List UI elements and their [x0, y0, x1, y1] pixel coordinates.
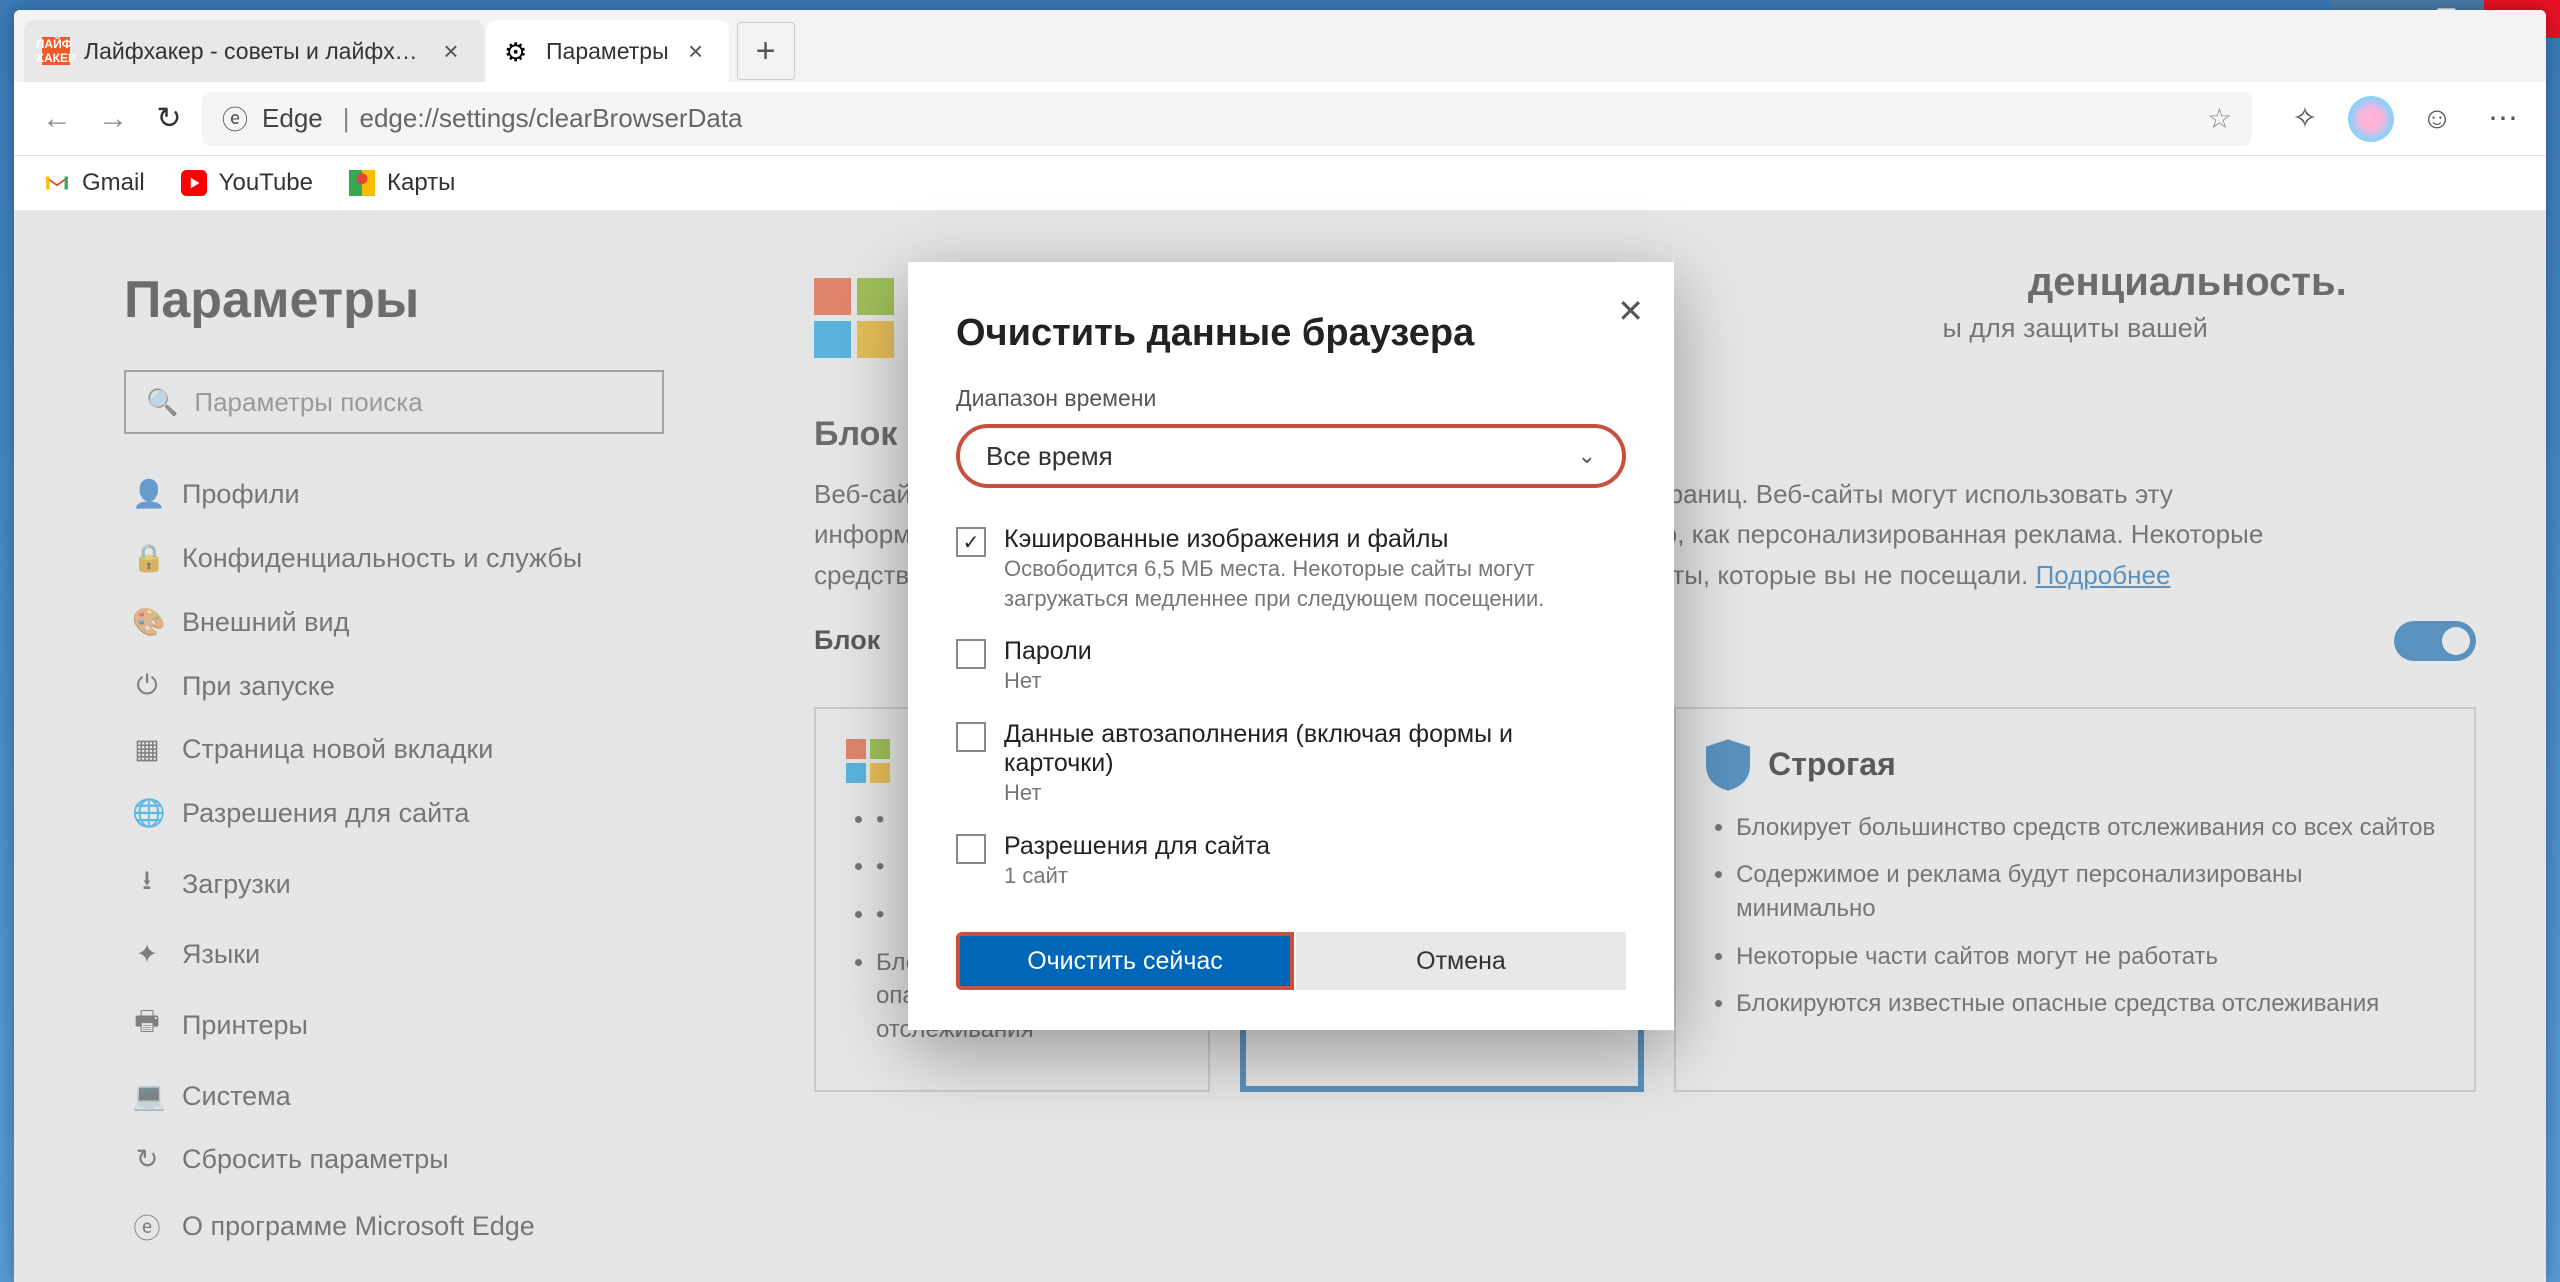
- checkbox-row: ПаролиНет: [956, 625, 1626, 708]
- lifehacker-icon: ЛАЙФХАКЕР: [42, 37, 70, 65]
- checkbox-row: Разрешения для сайта1 сайт: [956, 820, 1626, 902]
- checkbox[interactable]: ✓: [956, 527, 986, 557]
- toolbar: ← → ↻ ⓔ Edge | edge://settings/clearBrow…: [14, 82, 2546, 156]
- bookmark-maps[interactable]: Карты: [349, 169, 455, 197]
- close-icon[interactable]: ×: [436, 36, 466, 66]
- gmail-icon: [44, 170, 70, 196]
- tab-bar: ЛАЙФХАКЕР Лайфхакер - советы и лайфхаки …: [14, 10, 2546, 82]
- address-label: Edge: [262, 103, 323, 134]
- cancel-button[interactable]: Отмена: [1296, 932, 1626, 990]
- checkbox[interactable]: [956, 639, 986, 669]
- checkbox-description: Освободится 6,5 МБ места. Некоторые сайт…: [1004, 554, 1626, 613]
- menu-icon[interactable]: ⋯: [2480, 96, 2526, 142]
- profile-avatar[interactable]: [2348, 96, 2394, 142]
- checkbox-description: Нет: [1004, 778, 1626, 808]
- forward-button[interactable]: →: [90, 96, 136, 142]
- data-types-list: ✓ Кэшированные изображения и файлыОсвобод…: [956, 512, 1626, 902]
- reload-button[interactable]: ↻: [146, 96, 192, 142]
- gear-icon: ⚙: [504, 37, 532, 65]
- chevron-down-icon: ⌄: [1578, 443, 1596, 469]
- tab-lifehacker[interactable]: ЛАЙФХАКЕР Лайфхакер - советы и лайфхаки …: [24, 20, 484, 82]
- tab-settings[interactable]: ⚙ Параметры ×: [486, 20, 729, 82]
- checkbox-description: 1 сайт: [1004, 861, 1626, 891]
- checkbox-description: Нет: [1004, 666, 1626, 696]
- checkbox-label: Данные автозаполнения (включая формы и к…: [1004, 720, 1626, 778]
- checkbox-label: Кэшированные изображения и файлы: [1004, 525, 1626, 554]
- tab-title: Лайфхакер - советы и лайфхаки: [84, 38, 424, 65]
- checkbox-label: Разрешения для сайта: [1004, 832, 1626, 861]
- feedback-icon[interactable]: ☺: [2414, 96, 2460, 142]
- close-icon[interactable]: ×: [681, 36, 711, 66]
- address-url: edge://settings/clearBrowserData: [360, 103, 743, 134]
- address-bar[interactable]: ⓔ Edge | edge://settings/clearBrowserDat…: [202, 92, 2252, 146]
- clear-data-dialog: ✕ Очистить данные браузера Диапазон врем…: [908, 262, 1674, 1030]
- checkbox-row: ✓ Кэшированные изображения и файлыОсвобод…: [956, 513, 1626, 625]
- clear-now-button[interactable]: Очистить сейчас: [956, 932, 1294, 990]
- time-range-label: Диапазон времени: [956, 385, 1626, 412]
- time-range-select[interactable]: Все время ⌄: [956, 424, 1626, 488]
- checkbox[interactable]: [956, 834, 986, 864]
- checkbox-label: Пароли: [1004, 637, 1626, 666]
- bookmark-youtube[interactable]: YouTube: [181, 169, 313, 197]
- bookmark-gmail[interactable]: Gmail: [44, 169, 145, 197]
- dialog-close-button[interactable]: ✕: [1617, 292, 1644, 330]
- tab-title: Параметры: [546, 38, 669, 65]
- bookmarks-bar: Gmail YouTube Карты: [14, 156, 2546, 210]
- back-button[interactable]: ←: [34, 96, 80, 142]
- youtube-icon: [181, 170, 207, 196]
- maps-icon: [349, 170, 375, 196]
- favorites-icon[interactable]: ✧: [2282, 96, 2328, 142]
- new-tab-button[interactable]: +: [737, 22, 795, 80]
- edge-icon: ⓔ: [222, 100, 248, 137]
- checkbox-row: Данные автозаполнения (включая формы и к…: [956, 708, 1626, 820]
- favorite-icon[interactable]: ☆: [2207, 102, 2232, 135]
- checkbox[interactable]: [956, 722, 986, 752]
- dialog-title: Очистить данные браузера: [956, 262, 1626, 385]
